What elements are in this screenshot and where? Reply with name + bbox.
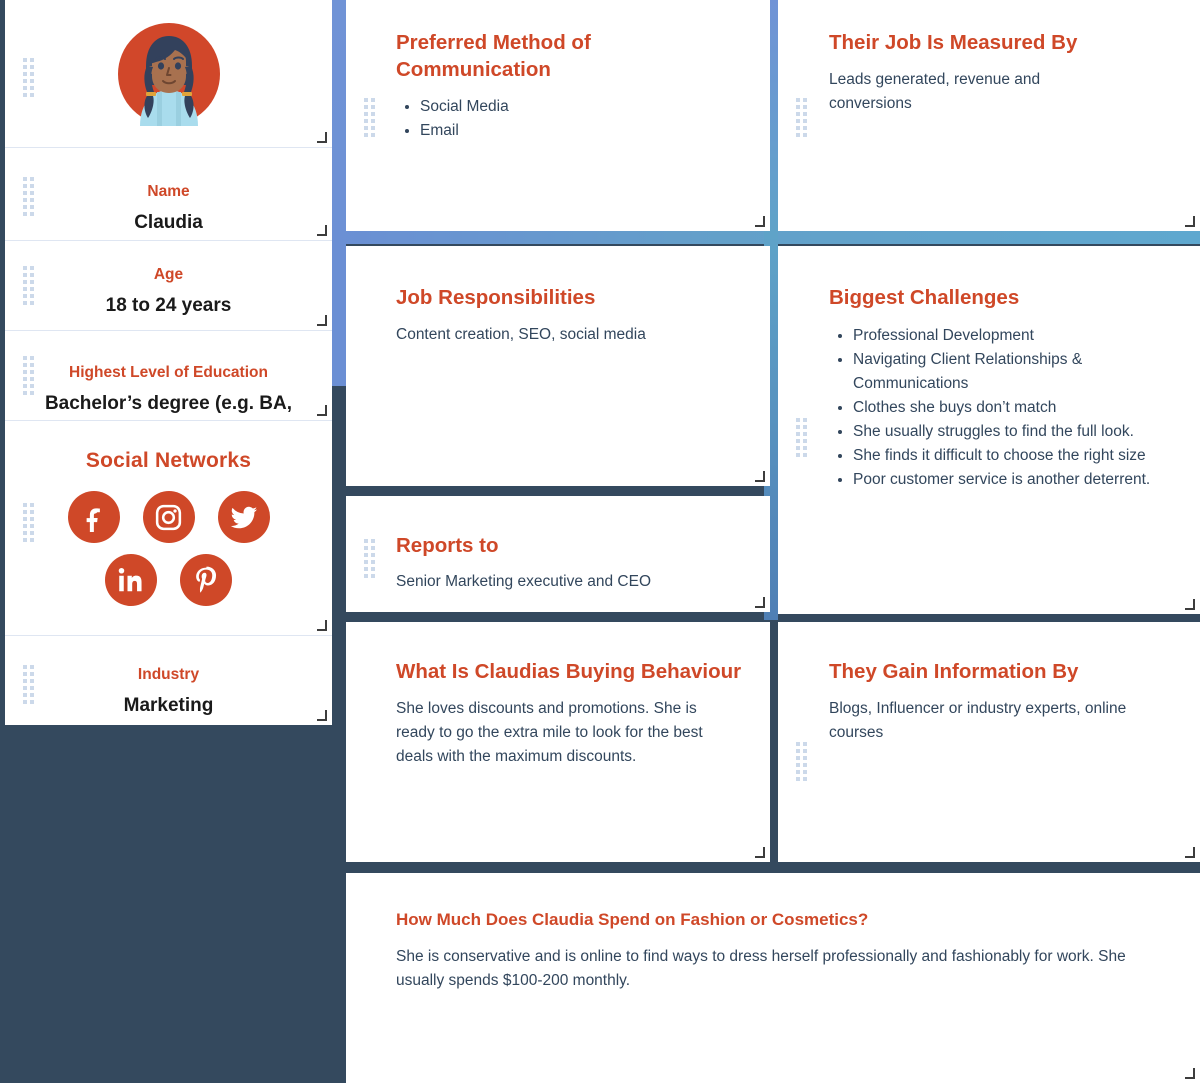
twitter-icon (230, 506, 257, 529)
list-item: Navigating Client Relationships & Commun… (853, 348, 1175, 396)
card-body: Senior Marketing executive and CEO (396, 573, 652, 591)
resize-handle-icon[interactable] (316, 225, 327, 236)
social-link-linkedin[interactable] (105, 554, 157, 606)
instagram-icon (155, 504, 182, 530)
card-body: Content creation, SEO, social media (396, 326, 646, 344)
resize-handle-icon[interactable] (316, 315, 327, 326)
drag-handle-icon[interactable] (796, 742, 807, 781)
field-value: Bachelor’s degree (e.g. BA, (44, 393, 293, 415)
card-title: Their Job Is Measured By (829, 31, 1078, 54)
field-label: Name (147, 183, 190, 200)
resize-handle-icon[interactable] (316, 405, 327, 416)
card-job-responsibilities[interactable]: Job Responsibilities Content creation, S… (346, 246, 770, 486)
social-link-instagram[interactable] (142, 491, 195, 543)
card-title: They Gain Information By (829, 660, 1079, 683)
card-spend-on-fashion[interactable]: How Much Does Claudia Spend on Fashion o… (346, 873, 1200, 1083)
pinterest-icon (196, 566, 217, 593)
social-networks-card[interactable]: Social Networks (5, 420, 332, 635)
field-card-industry[interactable]: Industry Marketing (5, 635, 332, 725)
facebook-icon (86, 508, 100, 532)
social-link-twitter[interactable] (217, 491, 270, 543)
drag-handle-icon[interactable] (23, 503, 34, 542)
card-title: Preferred Method of Communication (396, 31, 591, 82)
list-item: She finds it difficult to choose the rig… (853, 444, 1175, 468)
drag-handle-icon[interactable] (23, 356, 34, 395)
persona-board: Name Claudia Age 18 to 24 years Highest … (0, 0, 1200, 1083)
resize-handle-icon[interactable] (754, 216, 765, 227)
card-body: Blogs, Influencer or industry experts, o… (829, 700, 1127, 742)
linkedin-icon (118, 568, 142, 592)
card-job-measured-by[interactable]: Their Job Is Measured By Leads generated… (778, 0, 1200, 231)
resize-handle-icon[interactable] (754, 471, 765, 482)
social-link-facebook[interactable] (67, 491, 120, 543)
field-card-age[interactable]: Age 18 to 24 years (5, 240, 332, 330)
social-networks-title: Social Networks (85, 449, 252, 472)
drag-handle-icon[interactable] (796, 98, 807, 137)
card-body: Professional Development Navigating Clie… (829, 324, 1175, 492)
list-item: Social Media (420, 95, 740, 119)
card-body: Leads generated, revenue and conversions (829, 71, 1041, 113)
field-label: Highest Level of Education (69, 364, 268, 381)
card-buying-behaviour[interactable]: What Is Claudias Buying Behaviour She lo… (346, 622, 770, 862)
resize-handle-icon[interactable] (1184, 216, 1195, 227)
card-title: How Much Does Claudia Spend on Fashion o… (396, 910, 869, 929)
avatar-card[interactable] (5, 0, 332, 147)
card-title: Biggest Challenges (829, 286, 1020, 309)
resize-handle-icon[interactable] (1184, 599, 1195, 610)
card-title: Reports to (396, 534, 499, 557)
card-preferred-communication[interactable]: Preferred Method of Communication Social… (346, 0, 770, 231)
card-body: Social Media Email (396, 95, 740, 143)
card-title: What Is Claudias Buying Behaviour (396, 660, 742, 683)
resize-handle-icon[interactable] (1184, 847, 1195, 858)
field-card-name[interactable]: Name Claudia (5, 147, 332, 240)
resize-handle-icon[interactable] (1184, 1068, 1195, 1079)
drag-handle-icon[interactable] (364, 98, 375, 137)
field-label: Age (153, 266, 184, 283)
field-label: Industry (137, 666, 200, 683)
field-value: Claudia (134, 212, 203, 234)
field-value: 18 to 24 years (105, 295, 232, 317)
card-title: Job Responsibilities (396, 286, 596, 309)
person-avatar-icon (117, 22, 220, 126)
list-item: Email (420, 119, 740, 143)
card-biggest-challenges[interactable]: Biggest Challenges Professional Developm… (778, 246, 1200, 614)
drag-handle-icon[interactable] (23, 665, 34, 704)
card-body: She is conservative and is online to fin… (396, 947, 1126, 989)
list-item: Professional Development (853, 324, 1175, 348)
card-reports-to[interactable]: Reports to Senior Marketing executive an… (346, 496, 770, 612)
drag-handle-icon[interactable] (364, 539, 375, 578)
list-item: Clothes she buys don’t match (853, 396, 1175, 420)
field-value: Marketing (123, 695, 214, 717)
card-body: She loves discounts and promotions. She … (396, 700, 703, 766)
social-link-pinterest[interactable] (180, 554, 232, 606)
list-item: Poor customer service is another deterre… (853, 468, 1175, 492)
resize-handle-icon[interactable] (316, 620, 327, 631)
drag-handle-icon[interactable] (796, 418, 807, 457)
drag-handle-icon[interactable] (23, 266, 34, 305)
avatar (5, 0, 332, 147)
challenges-list: Professional Development Navigating Clie… (829, 324, 1175, 492)
vertical-blue-band-lower (332, 236, 346, 386)
drag-handle-icon[interactable] (23, 58, 34, 97)
resize-handle-icon[interactable] (754, 847, 765, 858)
field-card-education[interactable]: Highest Level of Education Bachelor’s de… (5, 330, 332, 420)
resize-handle-icon[interactable] (316, 132, 327, 143)
communication-list: Social Media Email (396, 95, 740, 143)
list-item: She usually struggles to find the full l… (853, 420, 1175, 444)
resize-handle-icon[interactable] (754, 597, 765, 608)
resize-handle-icon[interactable] (316, 710, 327, 721)
card-gain-information[interactable]: They Gain Information By Blogs, Influenc… (778, 622, 1200, 862)
drag-handle-icon[interactable] (23, 177, 34, 216)
